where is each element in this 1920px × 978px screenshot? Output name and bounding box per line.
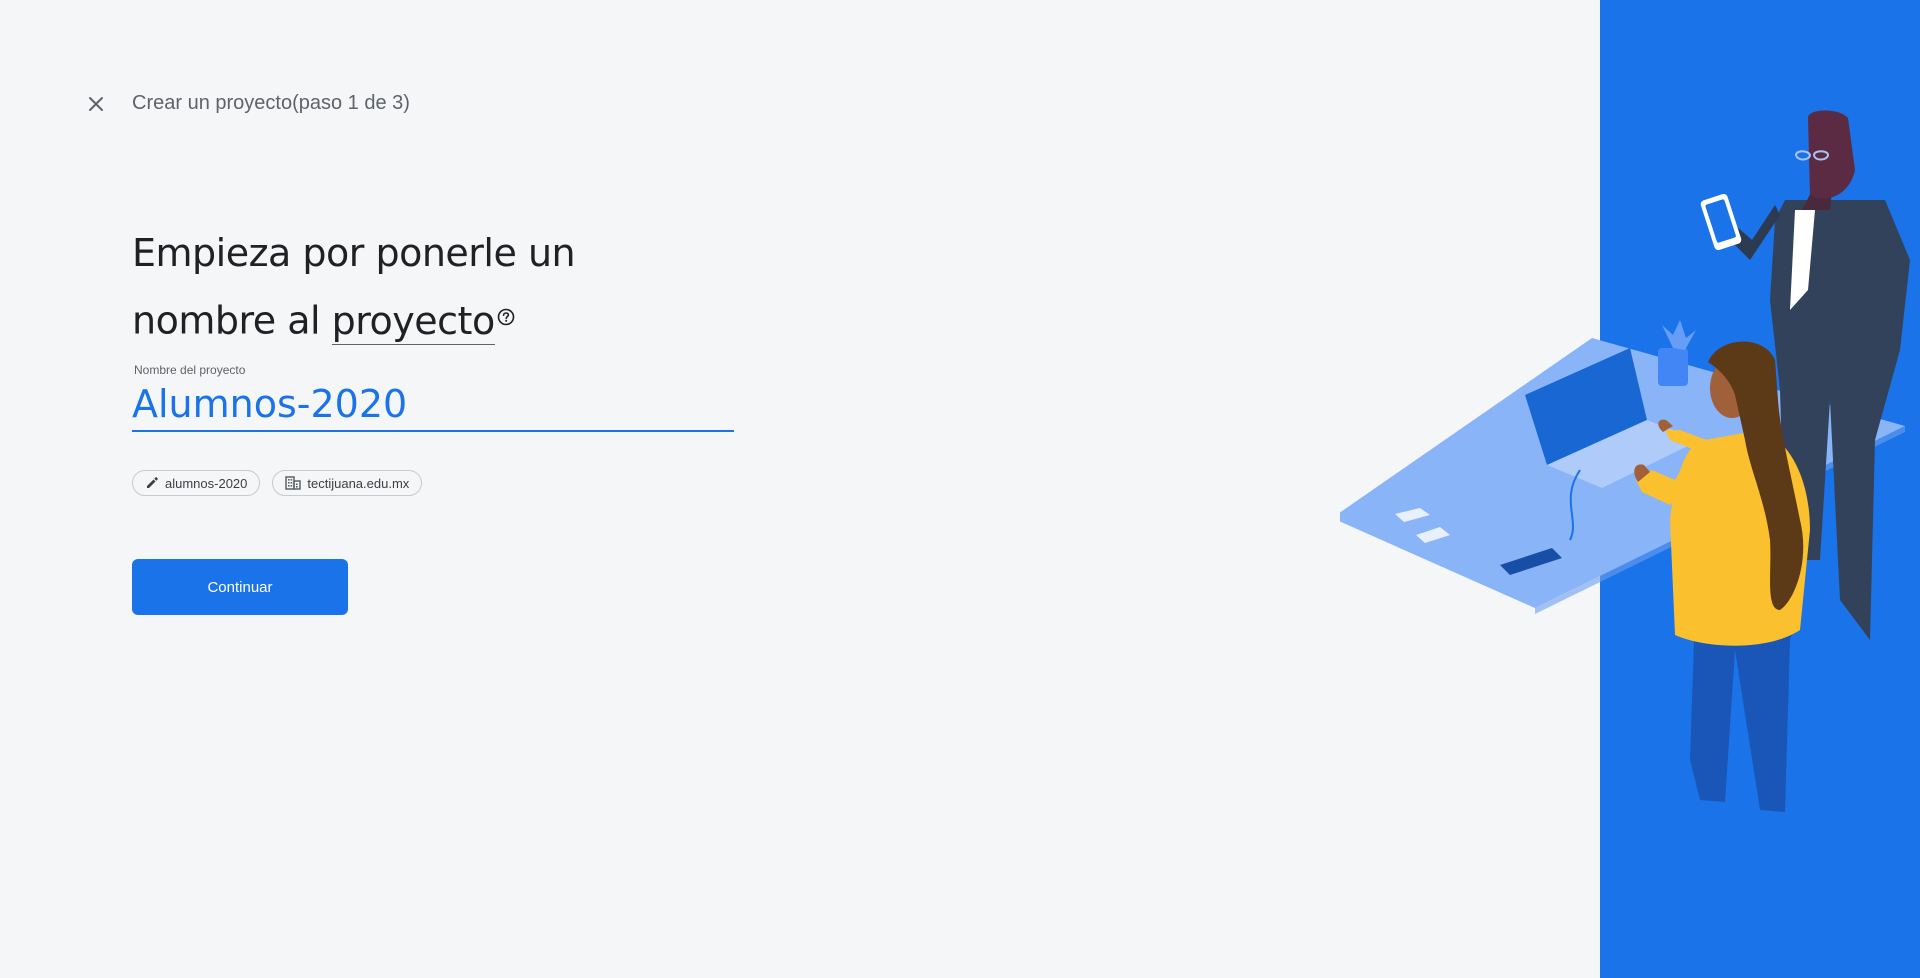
create-project-page: Crear un proyecto(paso 1 de 3) Empieza p… [0, 0, 1920, 978]
people-workspace-illustration [1340, 0, 1920, 978]
step-heading: Empieza por ponerle un nombre al proyect… [132, 226, 692, 348]
organization-chip[interactable]: tectijuana.edu.mx [272, 470, 423, 496]
close-button[interactable] [80, 88, 112, 120]
building-icon [285, 476, 302, 490]
organization-chip-label: tectijuana.edu.mx [307, 475, 410, 491]
project-term-link[interactable]: proyecto [331, 298, 495, 345]
project-chips: alumnos-2020 tectijuana.edu.mx [132, 470, 423, 496]
heading-line-2: nombre al [132, 298, 332, 343]
continue-button[interactable]: Continuar [132, 559, 348, 615]
project-id-chip[interactable]: alumnos-2020 [132, 470, 261, 496]
heading-line-1: Empieza por ponerle un [132, 231, 576, 275]
pencil-icon [147, 477, 158, 488]
page-title: Crear un proyecto(paso 1 de 3) [132, 92, 410, 114]
project-id-chip-label: alumnos-2020 [165, 475, 248, 491]
close-icon [89, 97, 103, 111]
project-name-label: Nombre del proyecto [134, 363, 246, 377]
project-name-input[interactable] [132, 378, 734, 432]
help-circle-icon[interactable] [497, 286, 515, 340]
